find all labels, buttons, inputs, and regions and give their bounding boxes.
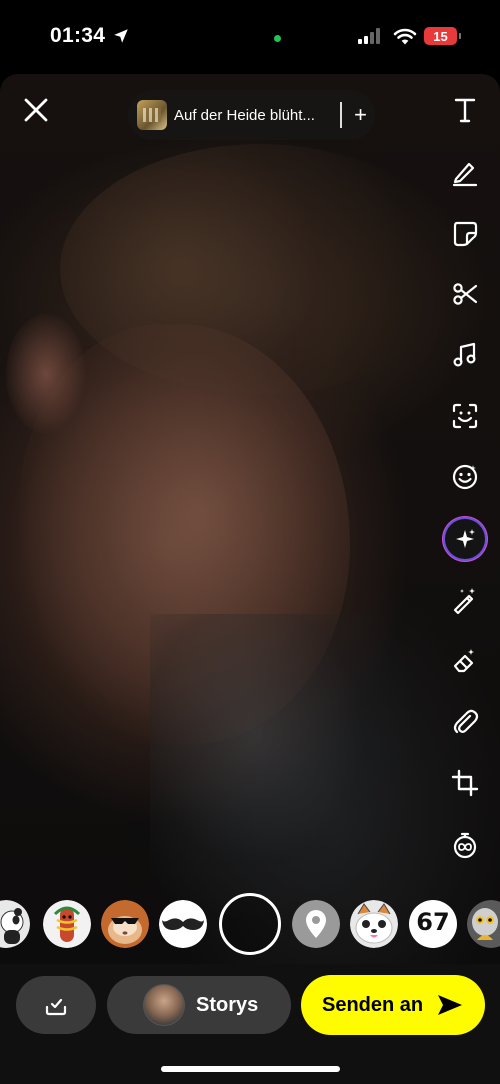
- hamster-icon: [101, 900, 149, 948]
- lens-hamster-sunglasses[interactable]: [101, 900, 149, 948]
- close-button[interactable]: [20, 94, 52, 126]
- ai-tool[interactable]: [445, 519, 485, 559]
- location-arrow-icon: [112, 27, 130, 50]
- hotdog-icon: [43, 900, 91, 948]
- status-bar: 01:34 15: [0, 0, 500, 76]
- timer-icon: [453, 832, 477, 859]
- eraser-tool[interactable]: [445, 641, 485, 681]
- lens-hotdog[interactable]: [43, 900, 91, 948]
- photo-background-objects: [150, 614, 410, 914]
- send-label: Senden an: [322, 993, 424, 1016]
- emoji-tool[interactable]: [445, 457, 485, 497]
- story-button[interactable]: Storys: [107, 976, 291, 1034]
- pencil-icon: [452, 162, 478, 187]
- battery-indicator: 15: [424, 27, 461, 45]
- snap-photo[interactable]: [0, 74, 500, 964]
- paperclip-icon: [453, 709, 479, 734]
- magic-wand-tool[interactable]: [445, 580, 485, 620]
- sixty-seven-text: 67: [416, 908, 450, 936]
- scissors-icon: [453, 283, 478, 305]
- wifi-icon: [393, 26, 417, 51]
- sticker-tool[interactable]: [445, 213, 485, 253]
- smiley-icon: [452, 464, 478, 490]
- attachment-tool[interactable]: [445, 702, 485, 742]
- add-sound-button[interactable]: +: [351, 104, 371, 126]
- home-indicator[interactable]: [161, 1066, 340, 1072]
- text-tool[interactable]: [445, 90, 485, 130]
- camera-in-use-indicator: [274, 35, 281, 42]
- photo-ear-region: [6, 314, 86, 434]
- crop-icon: [451, 769, 479, 797]
- eraser-icon: [453, 649, 474, 673]
- lens-scan-tool[interactable]: [445, 396, 485, 436]
- scan-face-icon: [452, 403, 478, 429]
- status-time: 01:34: [50, 24, 106, 47]
- send-arrow-icon: [438, 995, 463, 1015]
- mustache-icon: [159, 900, 207, 948]
- music-tool[interactable]: [445, 335, 485, 375]
- lens-location[interactable]: [292, 900, 340, 948]
- cellular-signal-icon: [358, 28, 380, 44]
- sound-cover-art: [137, 100, 167, 130]
- sparkle-icon: [456, 529, 475, 548]
- text-icon: [454, 98, 476, 123]
- scissors-tool[interactable]: [445, 274, 485, 314]
- avatar: [143, 984, 185, 1026]
- close-icon: [24, 98, 48, 122]
- capture-button[interactable]: [219, 893, 281, 955]
- lens-mustache[interactable]: [159, 900, 207, 948]
- sticker-icon: [453, 221, 478, 247]
- magic-wand-icon: [453, 588, 475, 615]
- send-to-button[interactable]: Senden an: [301, 975, 485, 1035]
- location-pin-icon: [292, 900, 340, 948]
- save-check-icon: [45, 998, 67, 1016]
- crop-tool[interactable]: [445, 763, 485, 803]
- lens-sixty-seven[interactable]: 67: [409, 900, 457, 948]
- timer-tool[interactable]: [445, 825, 485, 865]
- sound-title: Auf der Heide blüht...: [174, 106, 315, 124]
- cat-face-icon: [350, 900, 398, 948]
- music-note-icon: [453, 342, 476, 367]
- story-label: Storys: [196, 993, 259, 1016]
- save-button[interactable]: [16, 976, 96, 1034]
- draw-tool[interactable]: [445, 152, 485, 192]
- sound-chip[interactable]: Auf der Heide blüht... +: [128, 90, 375, 140]
- lens-cat-face[interactable]: [350, 900, 398, 948]
- sound-divider: [340, 102, 342, 128]
